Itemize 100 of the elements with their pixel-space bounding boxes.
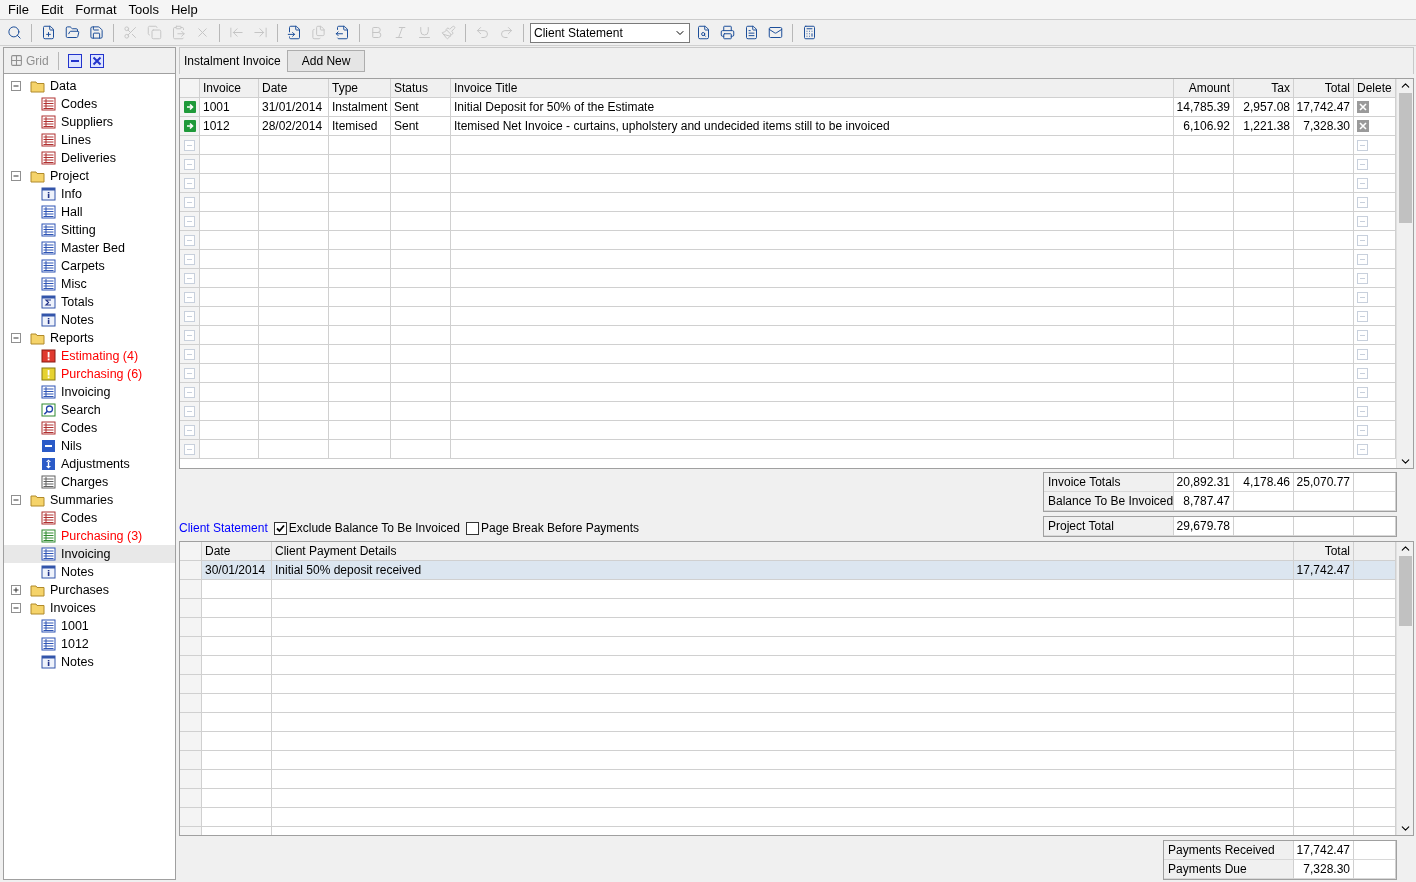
tree-item[interactable]: Purchasing (6) xyxy=(61,367,143,381)
folder-icon xyxy=(30,79,45,93)
column-header[interactable]: Type xyxy=(329,79,391,98)
tree-item[interactable]: 1012 xyxy=(61,637,89,651)
tree-item[interactable]: Carpets xyxy=(61,259,105,273)
scrollbar-thumb[interactable] xyxy=(1398,556,1412,626)
tree-item[interactable]: Project xyxy=(50,169,89,183)
tree-item[interactable]: Charges xyxy=(61,475,109,489)
grid-icon xyxy=(41,421,56,435)
delete-icon[interactable] xyxy=(1357,101,1369,113)
tree-item[interactable]: Notes xyxy=(61,565,94,579)
expand-icon[interactable] xyxy=(11,584,22,596)
grid-icon xyxy=(10,54,23,67)
collapse-icon[interactable] xyxy=(11,332,22,344)
scrollbar[interactable] xyxy=(1396,542,1413,835)
menu-item[interactable]: Tools xyxy=(122,2,165,17)
empty-row-icon xyxy=(184,291,195,303)
collapse-all-icon[interactable] xyxy=(65,51,84,70)
checkbox[interactable] xyxy=(465,521,479,535)
empty-cell xyxy=(1354,860,1396,879)
tree-item[interactable]: Invoicing xyxy=(61,385,111,399)
grid-icon xyxy=(41,97,56,111)
column-header[interactable]: Delete xyxy=(1354,79,1396,98)
tree-item[interactable]: Data xyxy=(50,79,77,93)
tree-item[interactable]: Adjustments xyxy=(61,457,130,471)
tree-item[interactable]: Codes xyxy=(61,97,98,111)
add-new-button[interactable]: Add New xyxy=(286,50,366,72)
tree-item[interactable]: Estimating (4) xyxy=(61,349,139,363)
grid-icon xyxy=(41,133,56,147)
tree-item[interactable]: Search xyxy=(61,403,101,417)
tree-item[interactable]: Deliveries xyxy=(61,151,116,165)
column-header[interactable]: Amount xyxy=(1174,79,1234,98)
empty-row-icon xyxy=(1357,329,1368,341)
tree-item[interactable]: Lines xyxy=(61,133,91,147)
empty-row-icon xyxy=(184,234,195,246)
tree-item[interactable]: Totals xyxy=(61,295,94,309)
collapse-icon[interactable] xyxy=(11,80,22,92)
info-icon xyxy=(41,565,56,579)
totals-value: 7,328.30 xyxy=(1294,860,1354,879)
tree-item[interactable]: Sitting xyxy=(61,223,96,237)
scrollbar-thumb[interactable] xyxy=(1398,93,1412,223)
client-statement-link[interactable]: Client Statement xyxy=(179,521,268,535)
tree-item[interactable]: Codes xyxy=(61,421,98,435)
totals-label: Balance To Be Invoiced xyxy=(1044,492,1174,511)
column-header[interactable]: Date xyxy=(259,79,329,98)
totals-label: Project Total xyxy=(1044,517,1174,536)
tree-item[interactable]: Reports xyxy=(50,331,94,345)
tree-item[interactable]: Misc xyxy=(61,277,87,291)
empty-row-icon xyxy=(1357,215,1368,227)
table-row[interactable]: 30/01/2014 Initial 50% deposit received 17,742.47 xyxy=(180,561,1396,580)
search-icon xyxy=(41,403,56,417)
menu-item[interactable]: Edit xyxy=(34,2,70,17)
tree-item[interactable]: Info xyxy=(61,187,82,201)
grid-icon xyxy=(41,223,56,237)
checkbox[interactable] xyxy=(273,521,287,535)
tree-item[interactable]: Notes xyxy=(61,313,94,327)
tree-item[interactable]: Purchasing (3) xyxy=(61,529,143,543)
empty-row-icon xyxy=(184,424,195,436)
column-header[interactable]: Invoice Title xyxy=(451,79,1174,98)
empty-row-icon xyxy=(184,386,195,398)
collapse-icon[interactable] xyxy=(11,494,22,506)
menu-item[interactable]: Help xyxy=(164,2,204,17)
empty-row-icon xyxy=(184,177,195,189)
column-header[interactable]: Tax xyxy=(1234,79,1294,98)
collapse-icon[interactable] xyxy=(11,170,22,182)
column-header[interactable]: Total xyxy=(1294,79,1354,98)
totals-value: 25,070.77 xyxy=(1294,473,1354,492)
tree-item[interactable]: Summaries xyxy=(50,493,114,507)
menu-item[interactable]: Format xyxy=(69,2,123,17)
tree-item[interactable]: Codes xyxy=(61,511,98,525)
tree-item[interactable]: Notes xyxy=(61,655,94,669)
column-header[interactable]: Status xyxy=(391,79,451,98)
tree-item[interactable]: Invoices xyxy=(50,601,96,615)
grid-icon xyxy=(41,205,56,219)
report-select[interactable]: Client Statement xyxy=(530,22,690,43)
close-icon[interactable] xyxy=(87,51,106,70)
collapse-icon[interactable] xyxy=(11,602,22,614)
folder-icon xyxy=(30,169,45,183)
scrollbar[interactable] xyxy=(1396,79,1413,468)
totals-value: 29,679.78 xyxy=(1174,517,1234,536)
column-header[interactable]: Invoice xyxy=(200,79,259,98)
empty-row-icon xyxy=(184,215,195,227)
checkbox-label: Page Break Before Payments xyxy=(480,521,640,535)
tree-item[interactable]: Nils xyxy=(61,439,82,453)
tree-item[interactable]: Hall xyxy=(61,205,83,219)
column-header[interactable]: Client Payment Details xyxy=(272,542,1294,561)
menu-item[interactable]: File xyxy=(2,2,35,17)
arrow-right-icon[interactable] xyxy=(183,101,196,113)
empty-row-icon xyxy=(184,405,195,417)
tree-item[interactable]: Purchases xyxy=(50,583,110,597)
column-header[interactable]: Total xyxy=(1294,542,1354,561)
totals-label: Invoice Totals xyxy=(1044,473,1174,492)
tree-item[interactable]: Master Bed xyxy=(61,241,125,255)
arrow-right-icon[interactable] xyxy=(183,120,196,132)
tree-item[interactable]: Suppliers xyxy=(61,115,114,129)
delete-icon[interactable] xyxy=(1357,120,1369,132)
column-header[interactable]: Date xyxy=(202,542,272,561)
empty-row-icon xyxy=(1357,177,1368,189)
tree-item[interactable]: 1001 xyxy=(61,619,89,633)
grid-icon xyxy=(41,115,56,129)
